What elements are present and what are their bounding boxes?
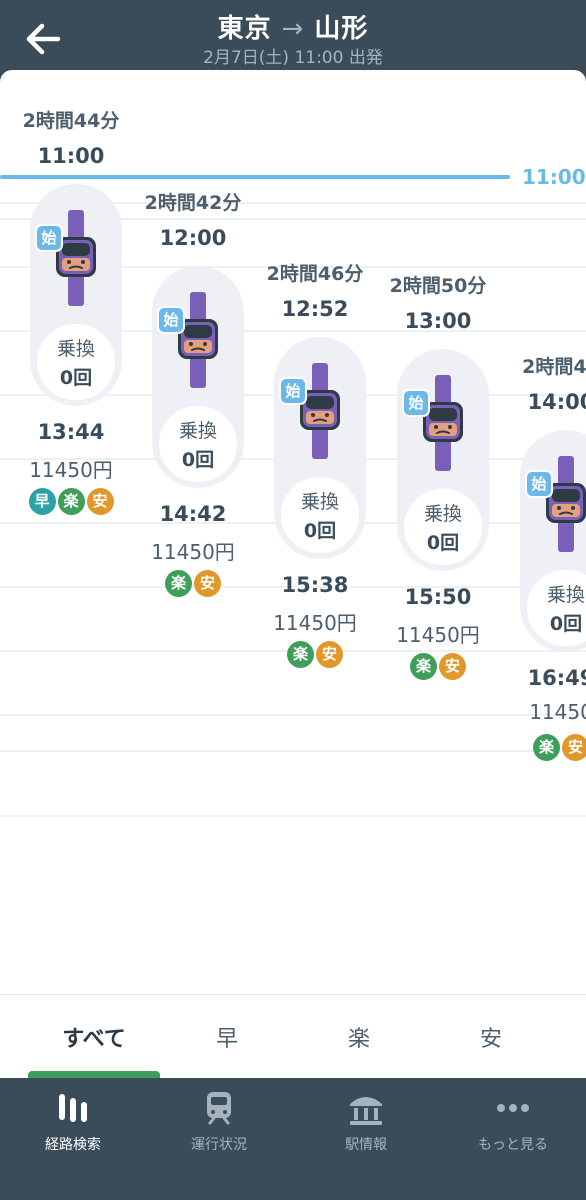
route-duration: 2時間50分: [389, 275, 487, 297]
fast-badge: 早: [28, 488, 56, 515]
origin-start-badge: 始: [35, 224, 63, 252]
nav-service-status[interactable]: 運行状況: [146, 1088, 292, 1158]
origin-start-badge: 始: [402, 389, 430, 417]
header: 東京 → 山形 2月7日(土) 11:00 出発: [0, 0, 586, 70]
tab-cheap[interactable]: 安: [421, 1021, 561, 1053]
route-search-icon: [59, 1094, 87, 1122]
cheap-badge: 安: [562, 734, 586, 761]
origin-start-badge: 始: [525, 470, 553, 498]
route-departure-time: 13:00: [404, 309, 472, 333]
tab-fast[interactable]: 早: [157, 1021, 297, 1053]
more-dots-icon: [497, 1104, 529, 1112]
nav-route-search-label: 経路検索: [45, 1137, 101, 1153]
nav-more[interactable]: もっと見る: [440, 1088, 586, 1158]
route-badges: 早楽安: [16, 488, 126, 515]
tab-easy[interactable]: 楽: [289, 1021, 429, 1053]
easy-badge: 楽: [165, 570, 192, 597]
route-badges: 楽安: [138, 570, 248, 597]
nav-station-info-label: 駅情報: [345, 1137, 387, 1153]
transfer-info: 乗換 0回: [159, 406, 237, 482]
current-time-label: 11:00: [522, 165, 586, 189]
route-fare: 11450円: [396, 623, 480, 647]
nav-more-label: もっと見る: [478, 1137, 548, 1153]
route-arrival-time: 13:44: [37, 420, 105, 444]
direction-arrow: →: [281, 14, 305, 44]
timeline-panel[interactable]: 11:00 2時間44分 11:00 始 乗換 0回 13:44 11450円 …: [0, 70, 586, 1078]
cheap-badge: 安: [439, 653, 466, 680]
grid-line: [0, 815, 586, 817]
route-duration: 2時間49: [522, 356, 586, 378]
transfer-label: 乗換: [56, 338, 95, 360]
route-pill: 始 乗換 0回: [274, 337, 366, 559]
route-badges: 楽安: [383, 653, 493, 680]
route-pill: 始 乗換 0回: [152, 266, 244, 488]
easy-badge: 楽: [287, 641, 314, 668]
nav-service-status-label: 運行状況: [191, 1137, 247, 1153]
route-arrival-time: 15:50: [404, 585, 472, 609]
route-duration: 2時間44分: [22, 110, 120, 132]
route-arrival-time: 14:42: [159, 502, 227, 526]
route-departure-time: 14:00: [527, 390, 586, 414]
nav-station-info[interactable]: 駅情報: [293, 1088, 439, 1158]
transfer-count: 0回: [549, 613, 583, 635]
departure-datetime: 2月7日(土) 11:00 出発: [203, 48, 383, 68]
grid-line: [0, 750, 586, 752]
easy-badge: 楽: [410, 653, 437, 680]
cheap-badge: 安: [86, 488, 114, 515]
transfer-label: 乗換: [423, 503, 462, 525]
tab-all[interactable]: すべて: [24, 1021, 164, 1053]
transfer-count: 0回: [303, 520, 337, 542]
route-badges: 楽安: [260, 641, 370, 668]
transfer-count: 0回: [181, 449, 215, 471]
train-icon: [207, 1092, 231, 1125]
easy-badge: 楽: [57, 488, 85, 515]
bottom-navigation: 経路検索 運行状況 駅情報 もっと見る: [0, 1078, 586, 1200]
transfer-info: 乗換 0回: [404, 489, 482, 565]
route-fare: 11450: [529, 700, 586, 724]
nav-route-search[interactable]: 経路検索: [0, 1088, 146, 1158]
route-arrival-time: 15:38: [281, 573, 349, 597]
route-pill: 始 乗換 0回: [520, 430, 586, 652]
transfer-count: 0回: [426, 532, 460, 554]
origin-station: 東京: [217, 14, 272, 44]
route-departure-time: 11:00: [37, 144, 105, 168]
transfer-count: 0回: [59, 367, 93, 389]
station-icon: [350, 1097, 382, 1125]
route-fare: 11450円: [151, 540, 235, 564]
route-arrival-time: 16:49: [527, 666, 586, 690]
route-title: 東京 → 山形: [0, 8, 586, 45]
transfer-info: 乗換 0回: [281, 477, 359, 553]
route-badges: 楽安: [506, 734, 586, 761]
transfer-info: 乗換 0回: [527, 570, 586, 646]
transfer-label: 乗換: [546, 584, 585, 606]
current-time-line: [0, 175, 510, 179]
route-duration: 2時間42分: [144, 192, 242, 214]
route-fare: 11450円: [29, 458, 113, 482]
destination-station: 山形: [314, 14, 369, 44]
filter-tabs: すべて 早 楽 安: [0, 994, 586, 1078]
transfer-info: 乗換 0回: [37, 324, 115, 400]
cheap-badge: 安: [316, 641, 343, 668]
transfer-label: 乗換: [178, 420, 217, 442]
route-pill: 始 乗換 0回: [397, 349, 489, 571]
origin-start-badge: 始: [279, 377, 307, 405]
origin-start-badge: 始: [157, 306, 185, 334]
route-pill: 始 乗換 0回: [30, 184, 122, 406]
cheap-badge: 安: [194, 570, 221, 597]
route-departure-time: 12:00: [159, 226, 227, 250]
route-departure-time: 12:52: [281, 297, 349, 321]
easy-badge: 楽: [533, 734, 560, 761]
transfer-label: 乗換: [300, 491, 339, 513]
